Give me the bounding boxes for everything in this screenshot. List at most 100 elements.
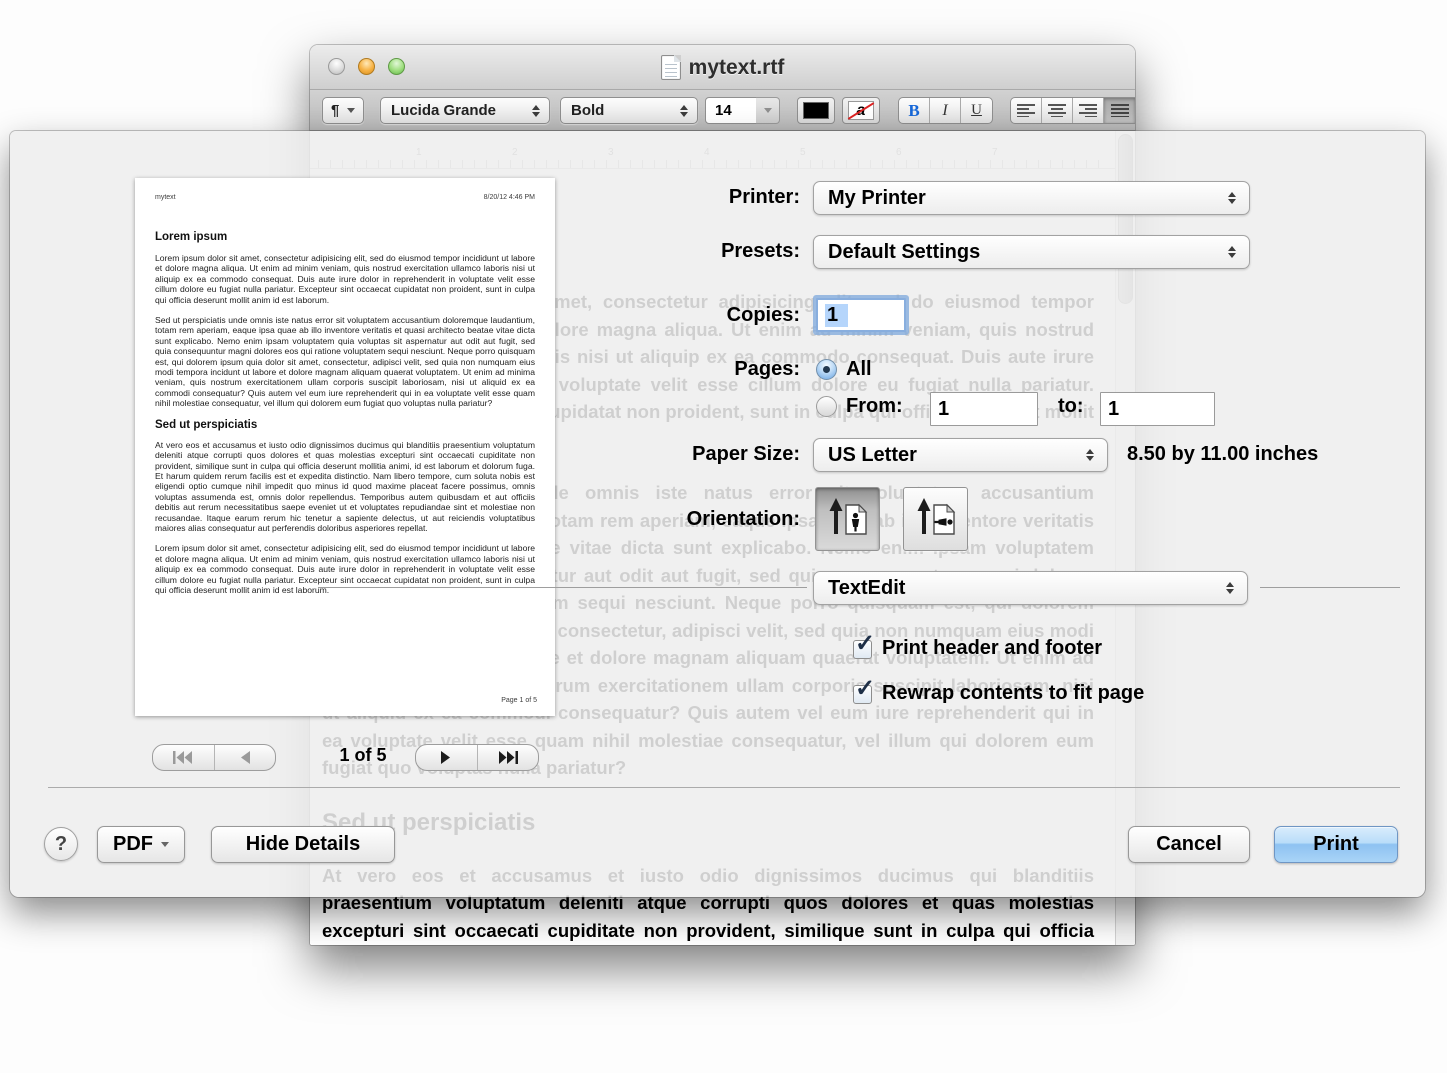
preview-heading-1: Lorem ipsum xyxy=(155,231,535,243)
preview-header: mytext 8/20/12 4:46 PM xyxy=(155,194,535,201)
font-size-value: 14 xyxy=(715,102,732,119)
first-page-icon xyxy=(172,751,194,764)
pager-label: 1 of 5 xyxy=(303,745,423,766)
app-options-popup[interactable]: TextEdit xyxy=(813,571,1248,605)
desktop: mytext.rtf ¶ Lucida Grande Bold 14 xyxy=(0,0,1447,1073)
align-left-button[interactable] xyxy=(1011,98,1042,123)
pdf-label: PDF xyxy=(113,833,153,856)
hide-details-label: Hide Details xyxy=(246,833,360,856)
window-title: mytext.rtf xyxy=(689,56,785,80)
landscape-orientation-icon xyxy=(913,496,959,542)
printer-popup[interactable]: My Printer xyxy=(813,181,1250,215)
footer-separator xyxy=(48,787,1400,788)
paper-size-dimensions: 8.50 by 11.00 inches xyxy=(1127,443,1318,466)
chevron-down-icon xyxy=(161,842,169,847)
pdf-menu-button[interactable]: PDF xyxy=(97,826,185,863)
bold-button[interactable]: B xyxy=(899,98,930,123)
font-style-popup[interactable]: Bold xyxy=(560,97,698,124)
rewrap-contents-label: Rewrap contents to fit page xyxy=(882,682,1144,705)
stepper-icon xyxy=(1228,192,1236,204)
checkmark-icon: ✓ xyxy=(855,677,875,701)
last-page-icon xyxy=(497,751,519,764)
stepper-icon xyxy=(532,105,540,117)
window-titlebar[interactable]: mytext.rtf xyxy=(310,45,1135,90)
align-right-icon xyxy=(1079,104,1097,117)
document-icon xyxy=(661,55,681,80)
rewrap-contents-option: ✓ Rewrap contents to fit page xyxy=(853,685,1144,705)
font-size-field[interactable]: 14 xyxy=(705,97,757,124)
orientation-portrait-button[interactable] xyxy=(815,487,880,551)
window-title-group: mytext.rtf xyxy=(310,45,1135,90)
pages-range-radio[interactable] xyxy=(816,396,837,417)
preview-header-filename: mytext xyxy=(155,194,176,201)
pager-back-segmented xyxy=(152,744,276,771)
highlight-color-well[interactable]: a xyxy=(842,97,880,124)
black-color-swatch xyxy=(803,102,829,119)
first-page-button[interactable] xyxy=(153,745,214,770)
presets-popup[interactable]: Default Settings xyxy=(813,235,1250,269)
pages-label: Pages: xyxy=(550,358,800,381)
portrait-orientation-icon xyxy=(825,496,871,542)
orientation-label: Orientation: xyxy=(550,508,800,531)
app-options-value: TextEdit xyxy=(828,577,905,600)
pages-from-field[interactable]: 1 xyxy=(930,392,1038,426)
presets-label: Presets: xyxy=(550,240,800,263)
print-header-footer-label: Print header and footer xyxy=(882,637,1102,660)
previous-page-button[interactable] xyxy=(214,745,276,770)
preview-paragraph: Lorem ipsum dolor sit amet, consectetur … xyxy=(155,253,535,305)
align-justify-button[interactable] xyxy=(1104,98,1135,123)
paper-size-label: Paper Size: xyxy=(550,443,800,466)
preview-paragraph: Sed ut perspiciatis unde omnis iste natu… xyxy=(155,315,535,409)
align-center-button[interactable] xyxy=(1042,98,1073,123)
rewrap-contents-checkbox[interactable]: ✓ xyxy=(853,685,872,704)
stepper-icon xyxy=(1226,582,1234,594)
pages-all-radio[interactable] xyxy=(816,359,837,380)
paper-size-popup[interactable]: US Letter xyxy=(813,438,1108,472)
stepper-icon xyxy=(1228,246,1236,258)
pages-to-label: to: xyxy=(1058,395,1084,418)
align-justify-icon xyxy=(1111,104,1129,117)
next-page-icon xyxy=(439,751,453,764)
orientation-landscape-button[interactable] xyxy=(903,487,968,551)
presets-value: Default Settings xyxy=(828,241,980,264)
pages-to-value: 1 xyxy=(1108,398,1119,421)
divider-line xyxy=(1260,587,1400,588)
font-size-dropdown-button[interactable] xyxy=(756,97,780,124)
font-style-value: Bold xyxy=(571,102,604,119)
pages-to-field[interactable]: 1 xyxy=(1100,392,1215,426)
preview-header-datetime: 8/20/12 4:46 PM xyxy=(484,194,535,201)
help-button[interactable]: ? xyxy=(44,827,78,861)
print-preview-page: mytext 8/20/12 4:46 PM Lorem ipsum Lorem… xyxy=(135,178,555,716)
pages-from-label: From: xyxy=(846,395,903,418)
font-family-popup[interactable]: Lucida Grande xyxy=(380,97,550,124)
pages-all-label: All xyxy=(846,358,872,381)
chevron-down-icon xyxy=(347,108,355,113)
hide-details-button[interactable]: Hide Details xyxy=(211,826,395,863)
next-page-button[interactable] xyxy=(416,745,477,770)
stepper-icon xyxy=(1086,449,1094,461)
print-header-footer-checkbox[interactable]: ✓ xyxy=(853,640,872,659)
previous-page-icon xyxy=(238,751,252,764)
underline-button[interactable]: U xyxy=(961,98,992,123)
paragraph-styles-button[interactable]: ¶ xyxy=(322,97,364,124)
last-page-button[interactable] xyxy=(477,745,539,770)
pager-forward-segmented xyxy=(415,744,539,771)
printer-value: My Printer xyxy=(828,187,926,210)
print-label: Print xyxy=(1313,833,1359,856)
divider-line xyxy=(318,587,807,588)
align-right-button[interactable] xyxy=(1073,98,1104,123)
print-dialog: mytext 8/20/12 4:46 PM Lorem ipsum Lorem… xyxy=(10,131,1425,897)
copies-field[interactable]: 1 xyxy=(816,298,906,332)
text-color-well[interactable] xyxy=(797,97,835,124)
no-color-icon: a xyxy=(848,101,874,120)
italic-button[interactable]: I xyxy=(930,98,961,123)
print-header-footer-option: ✓ Print header and footer xyxy=(853,640,1102,660)
pilcrow-icon: ¶ xyxy=(331,102,339,119)
print-button[interactable]: Print xyxy=(1274,826,1398,863)
paper-size-value: US Letter xyxy=(828,444,917,467)
preview-page-footer: Page 1 of 5 xyxy=(501,697,537,704)
checkmark-icon: ✓ xyxy=(855,632,875,656)
stepper-icon xyxy=(680,105,688,117)
cancel-button[interactable]: Cancel xyxy=(1128,826,1250,863)
preview-heading-2: Sed ut perspiciatis xyxy=(155,419,535,431)
